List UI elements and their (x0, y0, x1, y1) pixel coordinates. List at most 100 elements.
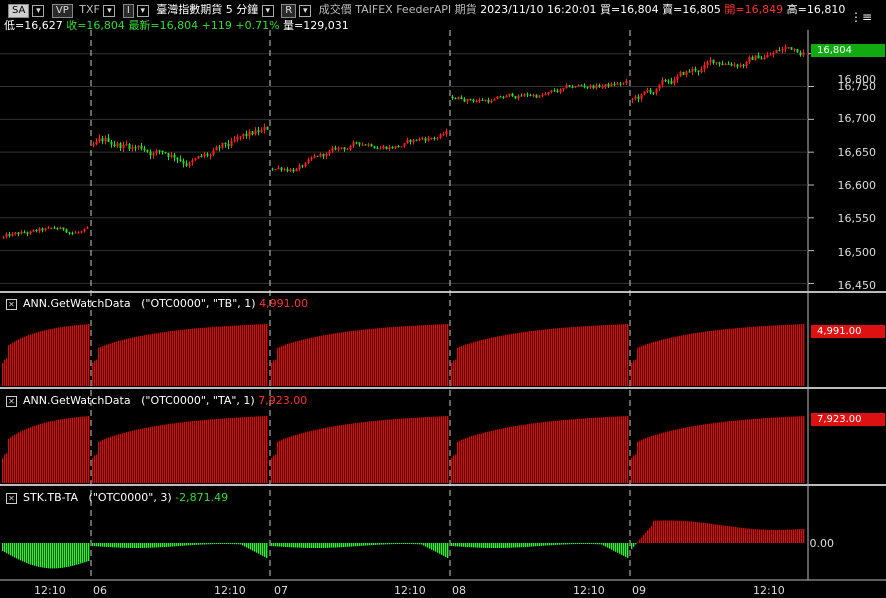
ta-bar (641, 439, 643, 483)
r-button[interactable]: R (281, 4, 297, 18)
diff-bar (477, 543, 479, 548)
indicator-value: 4,991.00 (259, 297, 309, 310)
tb-bar (785, 324, 787, 386)
tb-bar (377, 328, 379, 386)
diff-bar (347, 543, 349, 547)
diff-bar (309, 543, 311, 548)
ta-bar (206, 419, 208, 483)
candle-body (230, 141, 233, 147)
ta-bar (535, 423, 537, 483)
ta-bar (46, 422, 48, 483)
candle-body (562, 88, 565, 90)
tb-bar (609, 324, 611, 386)
symbol-label[interactable]: TXF (79, 3, 100, 16)
ta-bar (186, 421, 188, 483)
ta-bar (355, 423, 357, 483)
diff-bar (339, 543, 341, 548)
diff-bar (230, 543, 232, 545)
candle-body (14, 232, 17, 235)
candle-body (610, 83, 613, 87)
r-dropdown-icon[interactable]: ▾ (299, 5, 312, 17)
tb-bar (186, 329, 188, 386)
ta-bar (555, 420, 557, 483)
ta-bar (196, 420, 198, 483)
candle-body (98, 138, 101, 142)
close-icon[interactable]: ✕ (6, 395, 17, 407)
ta-bar (184, 421, 186, 483)
ta-bar (579, 418, 581, 483)
close-icon[interactable]: ✕ (6, 298, 17, 310)
candle-body (682, 72, 685, 75)
tb-bar (697, 332, 699, 386)
diff-bar (453, 543, 455, 547)
symbol-dropdown-icon[interactable]: ▾ (103, 5, 116, 17)
ta-bar (587, 418, 589, 483)
sa-button[interactable]: SA (8, 4, 30, 18)
ta-bar (252, 416, 254, 483)
ta-bar (240, 417, 242, 483)
close-icon[interactable]: ✕ (6, 492, 17, 504)
diff-bar (681, 520, 683, 543)
diff-bar (369, 543, 371, 546)
tb-bar (230, 325, 232, 386)
mode-button[interactable]: I (122, 4, 134, 18)
tb-bar (671, 337, 673, 386)
tb-bar (12, 342, 14, 386)
interval-dropdown-icon[interactable]: ▾ (261, 5, 274, 17)
tb-bar (162, 332, 164, 386)
tb-bar (717, 330, 719, 386)
ta-bar (60, 419, 62, 483)
ta-bar (321, 428, 323, 483)
ta-bar (547, 421, 549, 483)
diff-bar (321, 543, 323, 548)
diff-bar (559, 543, 561, 545)
tb-bar (281, 346, 283, 386)
vp-button[interactable]: VP (51, 4, 73, 18)
tb-bar (242, 325, 244, 386)
diff-bar (465, 543, 467, 547)
tb-bar (108, 343, 110, 386)
candle-body (592, 85, 595, 89)
diff-bar (479, 543, 481, 548)
diff-bar (613, 543, 615, 551)
diff-bar (222, 543, 224, 545)
diff-bar (499, 543, 501, 548)
ta-bar (16, 433, 18, 483)
tb-bar (228, 325, 230, 386)
tb-bar (176, 330, 178, 386)
candle-body (56, 228, 59, 230)
ta-bar (553, 420, 555, 483)
candle-body (122, 144, 125, 149)
diff-bar (142, 543, 144, 548)
ta-bar (751, 419, 753, 483)
diff-bar (379, 543, 381, 545)
candle-body (23, 232, 26, 234)
mode-dropdown-icon[interactable]: ▾ (136, 5, 149, 17)
ta-bar (224, 418, 226, 483)
diff-bar (279, 543, 281, 547)
diff-bar (327, 543, 329, 548)
diff-bar (248, 543, 250, 549)
ta-bar (495, 429, 497, 483)
sa-dropdown-icon[interactable]: ▾ (32, 5, 45, 17)
ta-bar (313, 430, 315, 483)
candle-body (355, 142, 358, 144)
ta-bar (327, 427, 329, 483)
tb-bar (313, 337, 315, 386)
candle-body (32, 229, 35, 232)
diff-bar (599, 543, 601, 545)
diff-bar (521, 543, 523, 548)
menu-icon[interactable]: ⋮≡ (850, 10, 872, 24)
candle-body (625, 81, 628, 84)
candle-body (185, 163, 188, 166)
tb-bar (765, 325, 767, 386)
ta-bar (747, 419, 749, 483)
diff-bar (64, 543, 66, 568)
ta-bar (689, 426, 691, 483)
diff-bar (489, 543, 491, 548)
ta-bar (132, 430, 134, 483)
ta-bar (20, 431, 22, 483)
tb-bar (525, 331, 527, 386)
tb-bar (559, 328, 561, 386)
candle-body (35, 229, 38, 232)
